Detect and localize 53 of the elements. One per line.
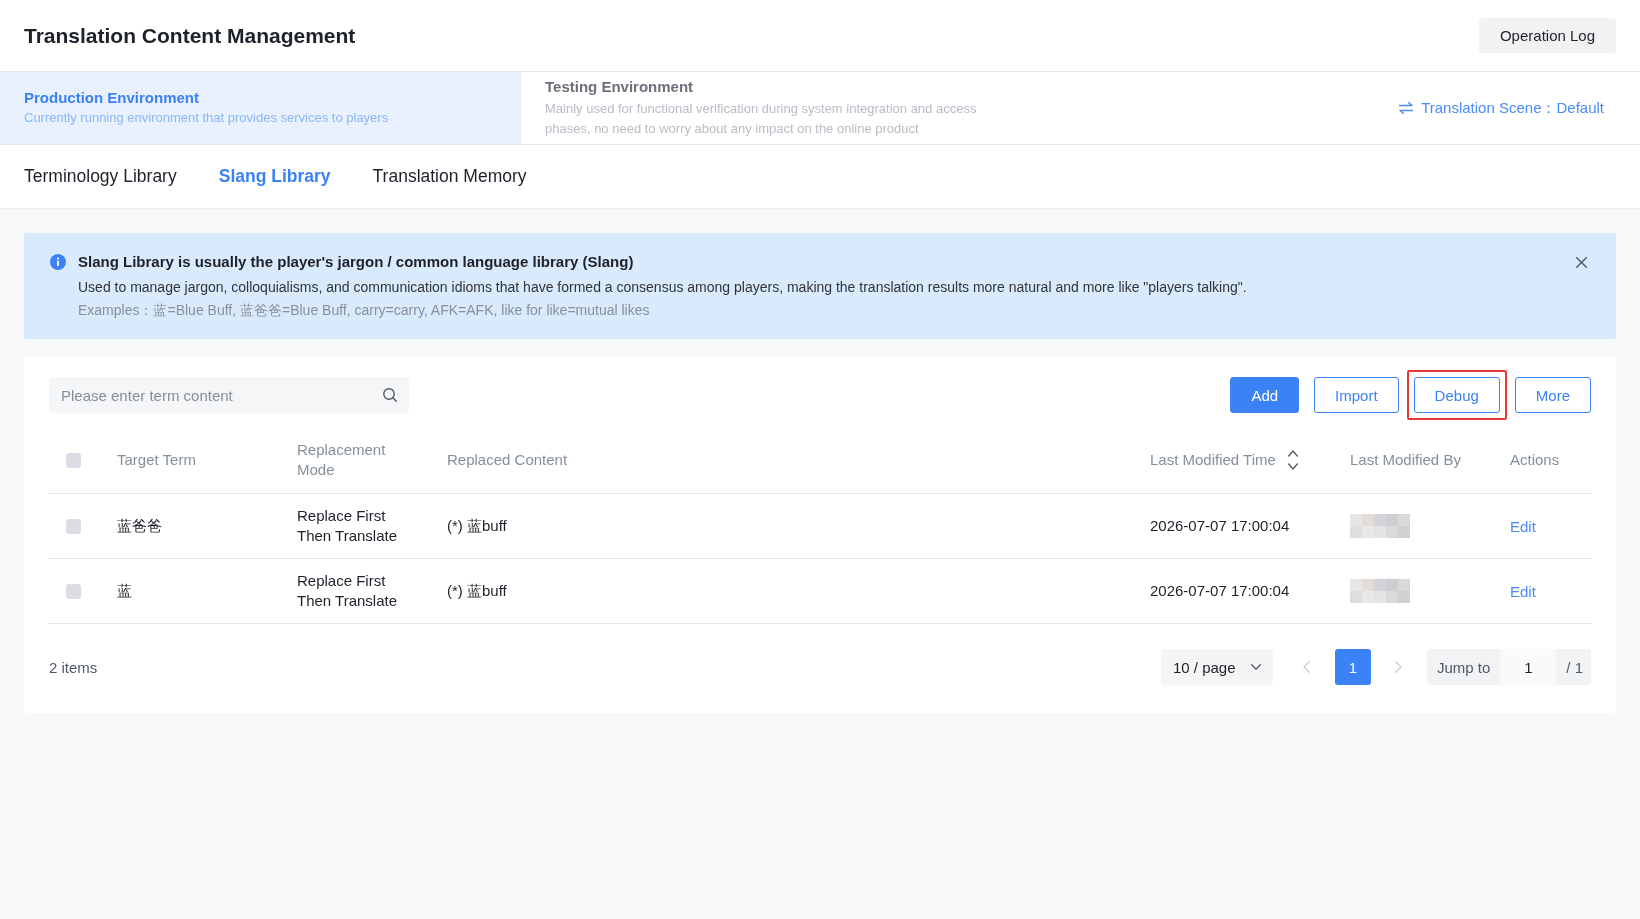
tab[interactable]: Slang Library — [218, 166, 331, 187]
sort-icon[interactable] — [1287, 450, 1298, 470]
column-header: Replacement Mode — [297, 440, 387, 480]
tab[interactable]: Terminology Library — [24, 166, 177, 187]
table-cell: (*) 蓝buff — [447, 516, 507, 536]
checkbox[interactable] — [66, 518, 81, 534]
environment-description: Mainly used for functional verification during system integration and access phases, no need to worry about any impact on the online product — [545, 100, 978, 138]
search-field[interactable]: Please enter term content — [49, 377, 409, 413]
page-title: Translation Content Management — [24, 23, 356, 48]
translation-scene-link[interactable]: Translation Scene：Default — [1399, 98, 1604, 118]
banner-title: Slang Library is usually the player's jargon / common language library (Slang) — [78, 252, 635, 272]
table-cell: 蓝爸爸 — [117, 516, 162, 536]
outline-button[interactable]: Debug — [1413, 377, 1500, 413]
page-size-select[interactable]: 10 / page — [1160, 649, 1273, 685]
table-cell: 蓝 — [117, 581, 132, 601]
edit-link[interactable]: Edit — [1510, 582, 1536, 600]
checkbox[interactable] — [66, 583, 81, 599]
environment-option[interactable]: Production Environment Currently running environment that provides services to players — [0, 72, 521, 144]
banner-examples: Examples：蓝=Blue Buff, 蓝爸爸=Blue Buff, carry=carry, AFK=AFK, like for like=mutual likes — [78, 301, 651, 320]
primary-button[interactable]: Add — [1230, 377, 1300, 413]
search-icon — [383, 388, 397, 402]
chevron-down-icon — [1250, 664, 1261, 670]
column-header: Last Modified Time — [1150, 450, 1276, 470]
table-cell-text: Replace First Then Translate — [297, 571, 399, 611]
page-input[interactable]: 1 — [1500, 649, 1557, 685]
swap-arrows-icon — [1399, 102, 1414, 114]
jump-to-label: Jump to — [1436, 658, 1491, 676]
total-count: 2 items — [49, 658, 98, 676]
environment-title: Testing Environment — [545, 77, 695, 97]
environment-description: Currently running environment that provides services to players — [24, 109, 390, 127]
outline-button[interactable]: Import — [1314, 377, 1399, 413]
edit-link[interactable]: Edit — [1510, 517, 1536, 535]
info-icon — [50, 254, 66, 270]
page-total: / 1 — [1566, 658, 1583, 676]
chevron-right-icon — [1395, 661, 1403, 673]
table-cell-text: Replace First Then Translate — [297, 506, 399, 546]
outline-button[interactable]: More — [1514, 377, 1591, 413]
close-icon — [1576, 257, 1587, 268]
column-header: Last Modified By — [1350, 450, 1461, 470]
environment-title: Production Environment — [24, 88, 200, 108]
checkbox[interactable] — [66, 452, 81, 468]
close-button[interactable] — [1576, 257, 1587, 268]
column-header: Replaced Content — [447, 450, 568, 470]
operation-log-button[interactable]: Operation Log — [1479, 18, 1616, 53]
table-cell: (*) 蓝buff — [447, 581, 507, 601]
tab[interactable]: Translation Memory — [372, 166, 527, 187]
column-header: Actions — [1510, 450, 1560, 470]
table-cell: 2026-07-07 17:00:04 — [1150, 516, 1290, 536]
page-button[interactable]: 1 — [1334, 649, 1371, 685]
chevron-left-icon — [1303, 661, 1311, 673]
table-cell: 2026-07-07 17:00:04 — [1150, 581, 1290, 601]
column-header: Target Term — [117, 450, 196, 470]
banner-text: Used to manage jargon, colloquialisms, and communication idioms that have formed a consensus among players, making the translation results more natural and more like "players talking". — [78, 278, 1248, 297]
